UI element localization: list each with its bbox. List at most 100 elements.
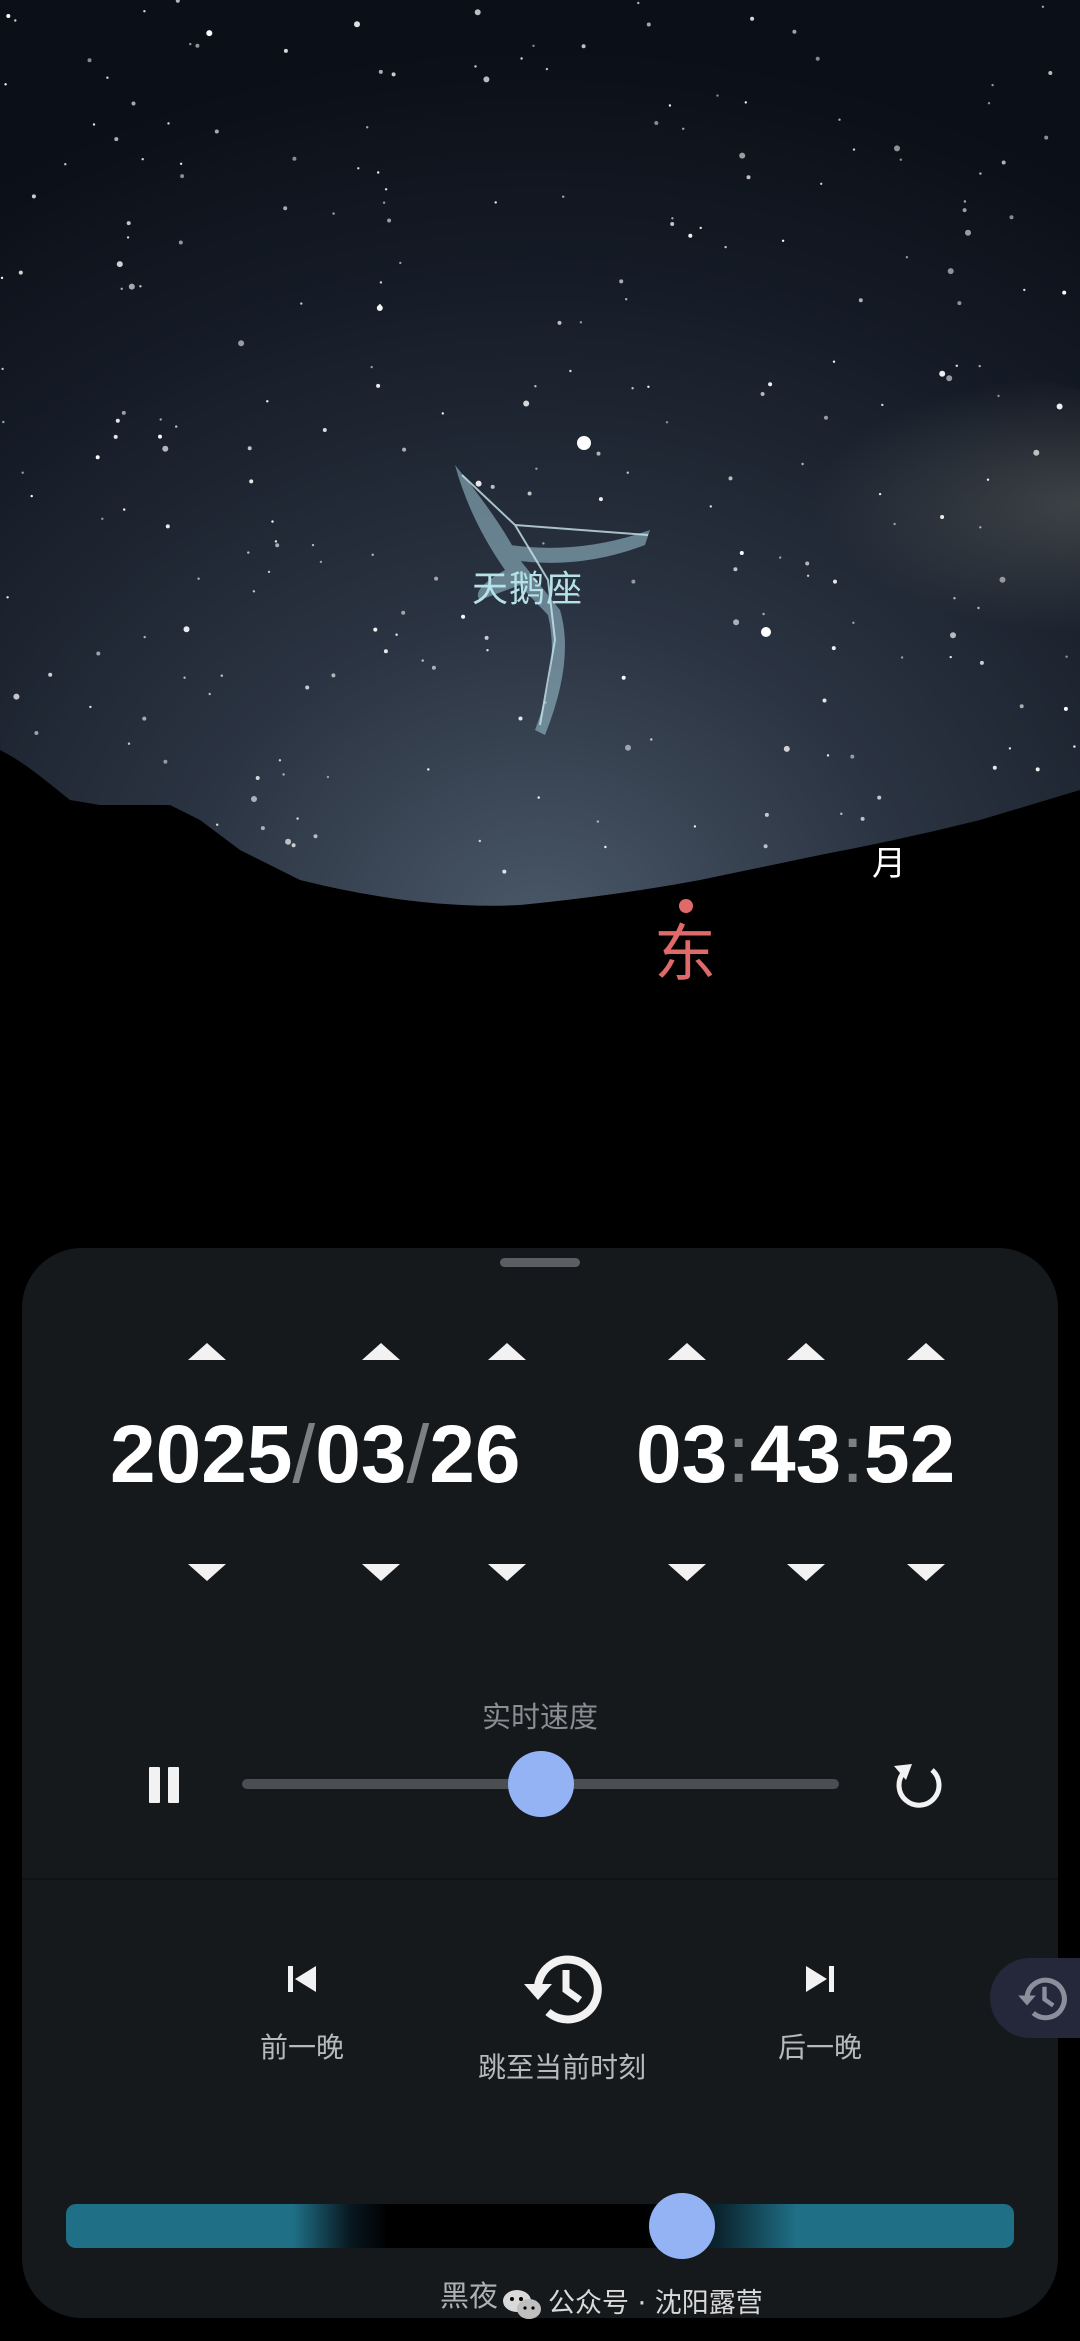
star — [401, 610, 406, 615]
star — [427, 768, 430, 771]
star — [852, 148, 856, 151]
star — [127, 742, 131, 745]
star — [950, 632, 956, 639]
star — [1073, 745, 1076, 748]
star — [291, 843, 296, 848]
star — [899, 158, 902, 161]
star — [1001, 160, 1006, 165]
sheet-drag-handle[interactable] — [500, 1258, 580, 1267]
star — [860, 816, 865, 821]
next-night-label: 后一晚 — [777, 2031, 862, 2064]
second-decrement-button[interactable] — [907, 1564, 945, 1581]
pause-button[interactable] — [140, 1761, 188, 1809]
speed-slider-thumb[interactable] — [507, 1751, 574, 1817]
star — [197, 577, 200, 580]
star — [783, 745, 790, 752]
star — [905, 256, 909, 259]
second-increment-button[interactable] — [907, 1343, 945, 1360]
star — [840, 812, 843, 815]
twilight-slider-track[interactable] — [66, 2204, 1014, 2248]
star — [120, 287, 123, 290]
star — [852, 621, 855, 624]
star — [366, 126, 369, 129]
star — [158, 434, 162, 439]
star — [709, 505, 712, 508]
year-decrement-button[interactable] — [188, 1564, 226, 1581]
star — [311, 543, 315, 547]
star — [768, 382, 773, 387]
history-icon — [524, 1955, 602, 2024]
minute-value[interactable]: 43 — [750, 1409, 841, 1500]
star — [762, 612, 765, 616]
star — [650, 738, 653, 741]
reset-speed-button[interactable] — [884, 1750, 952, 1818]
day-decrement-button[interactable] — [488, 1564, 526, 1581]
hour-increment-button[interactable] — [668, 1343, 706, 1360]
day-value[interactable]: 26 — [429, 1409, 520, 1500]
star — [733, 619, 740, 626]
month-decrement-button[interactable] — [362, 1564, 400, 1581]
star — [596, 451, 601, 456]
star — [116, 261, 123, 268]
star — [178, 240, 183, 245]
month-increment-button[interactable] — [362, 1343, 400, 1360]
star — [322, 428, 327, 432]
star — [1019, 704, 1024, 709]
star — [382, 201, 386, 204]
star — [474, 65, 477, 68]
star — [728, 476, 733, 481]
star — [542, 542, 545, 545]
star — [893, 522, 896, 526]
second-value[interactable]: 52 — [864, 1409, 955, 1500]
next-night-button[interactable]: 后一晚 — [740, 1948, 900, 2066]
minute-decrement-button[interactable] — [787, 1564, 825, 1581]
star — [179, 162, 183, 165]
sky-view[interactable] — [0, 0, 1080, 1250]
star — [763, 844, 768, 849]
star — [670, 222, 675, 226]
star — [598, 497, 603, 502]
star — [64, 163, 67, 166]
star — [978, 364, 981, 368]
star — [189, 42, 192, 46]
star — [805, 561, 810, 566]
star — [371, 553, 374, 556]
speed-slider[interactable] — [242, 1751, 839, 1817]
star — [282, 773, 285, 776]
prev-night-button[interactable]: 前一晚 — [222, 1948, 382, 2066]
star — [801, 462, 804, 466]
watermark-text: 公众号 · 沈阳露营 — [548, 2288, 763, 2319]
history-fab-button[interactable] — [990, 1958, 1080, 2038]
star — [332, 212, 335, 215]
star — [18, 270, 23, 275]
star — [478, 839, 481, 843]
star — [441, 412, 444, 415]
star — [997, 394, 1000, 398]
star — [175, 425, 178, 428]
star — [1048, 71, 1053, 75]
star — [626, 471, 629, 474]
star — [271, 520, 274, 523]
star — [114, 137, 119, 142]
hour-decrement-button[interactable] — [668, 1564, 706, 1581]
day-increment-button[interactable] — [488, 1343, 526, 1360]
star — [266, 400, 269, 403]
moon-label[interactable]: 月 — [872, 836, 906, 885]
star — [965, 229, 971, 236]
twilight-slider-thumb[interactable] — [647, 2191, 717, 2261]
star — [21, 471, 24, 474]
jump-now-button[interactable]: 跳至当前时刻 — [437, 1940, 687, 2086]
star — [326, 775, 330, 779]
star — [654, 121, 659, 125]
hour-value[interactable]: 03 — [636, 1409, 727, 1500]
star — [48, 672, 53, 677]
year-value[interactable]: 2025 — [110, 1409, 292, 1500]
reset-speed-icon — [894, 1764, 942, 1808]
star — [527, 491, 532, 496]
constellation-label[interactable]: 天鹅座 — [472, 560, 583, 612]
star — [523, 400, 530, 407]
month-value[interactable]: 03 — [315, 1409, 406, 1500]
minute-increment-button[interactable] — [787, 1343, 825, 1360]
year-increment-button[interactable] — [188, 1343, 226, 1360]
time-control-sheet: 2025/03/26 03:43:52 实时速度 前一晚 跳至当前时刻 后一晚 — [22, 1248, 1058, 2318]
